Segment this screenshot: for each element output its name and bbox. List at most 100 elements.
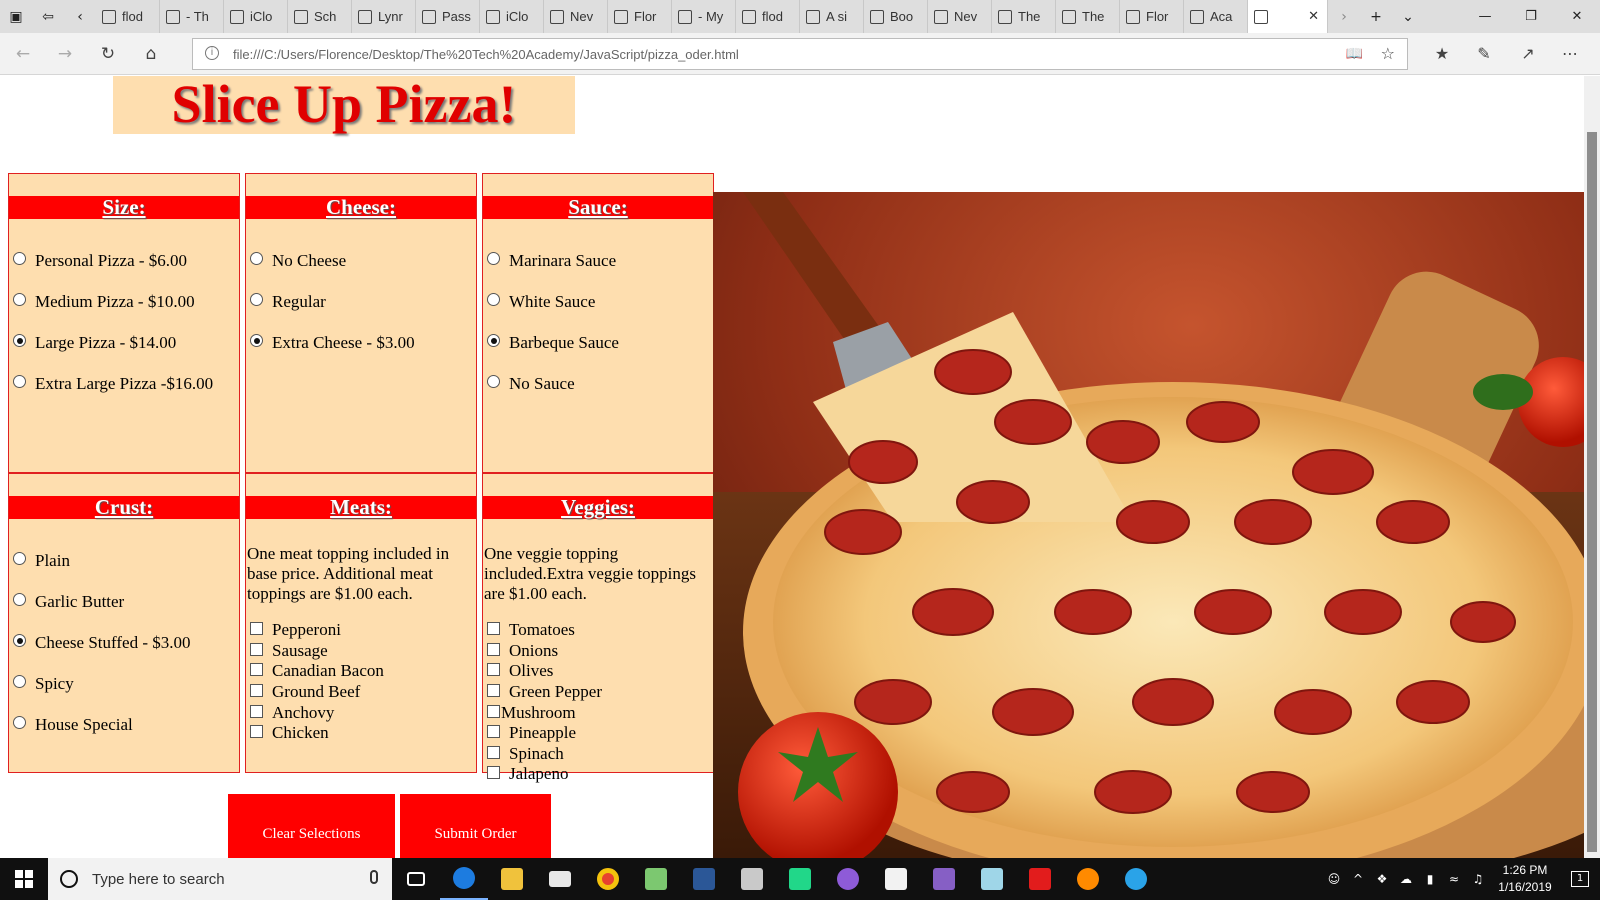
radio-button[interactable]: [13, 716, 26, 729]
browser-tab[interactable]: Boo: [864, 0, 928, 33]
checkbox[interactable]: [250, 725, 263, 739]
close-window-icon[interactable]: ✕: [1554, 0, 1600, 33]
page-scrollbar[interactable]: [1584, 76, 1600, 858]
browser-tab[interactable]: - My: [672, 0, 736, 33]
file-explorer-icon[interactable]: [488, 858, 536, 900]
checkbox[interactable]: [250, 684, 263, 698]
checkbox[interactable]: [487, 725, 500, 739]
browser-tab[interactable]: The: [1056, 0, 1120, 33]
browser-tab[interactable]: iClo: [224, 0, 288, 33]
radio-button[interactable]: [13, 675, 26, 688]
app-purple-icon[interactable]: [824, 858, 872, 900]
veggies-item[interactable]: Mushroom: [487, 702, 602, 723]
internet-explorer-icon[interactable]: [1112, 858, 1160, 900]
pycharm-icon[interactable]: [776, 858, 824, 900]
close-tab-icon[interactable]: ✕: [1308, 9, 1319, 24]
sauce-option[interactable]: White Sauce: [487, 281, 619, 322]
restore-icon[interactable]: ❐: [1508, 0, 1554, 33]
share-icon[interactable]: ↗: [1514, 41, 1542, 67]
radio-button[interactable]: [13, 252, 26, 265]
radio-button[interactable]: [487, 334, 500, 347]
action-center-icon[interactable]: 1: [1560, 858, 1600, 900]
taskbar-search-box[interactable]: Type here to search: [48, 858, 392, 900]
radio-button[interactable]: [13, 334, 26, 347]
meats-item[interactable]: Pepperoni: [250, 620, 384, 641]
task-view-icon[interactable]: [392, 858, 440, 900]
checkbox[interactable]: [487, 663, 500, 677]
radio-button[interactable]: [250, 334, 263, 347]
browser-tab[interactable]: Aca: [1184, 0, 1248, 33]
clear-selections-button[interactable]: Clear Selections: [228, 794, 395, 858]
checkbox[interactable]: [250, 704, 263, 718]
snipping-tool-icon[interactable]: [728, 858, 776, 900]
people-icon[interactable]: ☺: [1322, 872, 1346, 886]
checkbox[interactable]: [487, 642, 500, 656]
mail-icon[interactable]: [536, 858, 584, 900]
firefox-icon[interactable]: [1064, 858, 1112, 900]
veggies-item[interactable]: Spinach: [487, 744, 602, 765]
volume-icon[interactable]: ♫: [1466, 872, 1490, 886]
radio-button[interactable]: [13, 375, 26, 388]
visual-studio-icon[interactable]: [920, 858, 968, 900]
radio-button[interactable]: [487, 375, 500, 388]
microphone-icon[interactable]: [370, 870, 378, 884]
start-windows-icon[interactable]: [0, 858, 48, 900]
favorite-star-icon[interactable]: ☆: [1381, 44, 1395, 63]
browser-tab[interactable]: Nev: [544, 0, 608, 33]
forward-arrow-icon[interactable]: →: [52, 41, 78, 67]
acrobat-icon[interactable]: [1016, 858, 1064, 900]
site-info-icon[interactable]: i: [205, 46, 219, 60]
notepad-icon[interactable]: [632, 858, 680, 900]
checkbox[interactable]: [487, 704, 500, 718]
checkbox[interactable]: [487, 684, 500, 698]
radio-button[interactable]: [250, 293, 263, 306]
meats-item[interactable]: Chicken: [250, 723, 384, 744]
size-option[interactable]: Large Pizza - $14.00: [13, 322, 213, 363]
edge-browser-icon[interactable]: [440, 858, 488, 900]
cheese-option[interactable]: No Cheese: [250, 240, 415, 281]
web-note-pen-icon[interactable]: ✎: [1470, 41, 1498, 67]
browser-tab[interactable]: Sch: [288, 0, 352, 33]
size-option[interactable]: Medium Pizza - $10.00: [13, 281, 213, 322]
set-aside-tabs-icon[interactable]: ⇦: [32, 0, 64, 33]
radio-button[interactable]: [13, 593, 26, 606]
checkbox[interactable]: [250, 663, 263, 677]
browser-tab[interactable]: iClo: [480, 0, 544, 33]
size-option[interactable]: Extra Large Pizza -$16.00: [13, 363, 213, 404]
new-tab-icon[interactable]: +: [1360, 0, 1392, 33]
onedrive-cloud-icon[interactable]: ☁: [1394, 872, 1418, 886]
sauce-option[interactable]: No Sauce: [487, 363, 619, 404]
scroll-tabs-left-icon[interactable]: ‹: [64, 0, 96, 33]
radio-button[interactable]: [13, 293, 26, 306]
browser-tab[interactable]: The: [992, 0, 1056, 33]
active-browser-tab[interactable]: ✕: [1248, 0, 1328, 33]
cheese-option[interactable]: Extra Cheese - $3.00: [250, 322, 415, 363]
submit-order-button[interactable]: Submit Order: [400, 794, 551, 858]
veggies-item[interactable]: Tomatoes: [487, 620, 602, 641]
browser-tab[interactable]: - Th: [160, 0, 224, 33]
chrome-icon[interactable]: [584, 858, 632, 900]
veggies-item[interactable]: Jalapeno: [487, 764, 602, 785]
browser-tab[interactable]: flod: [96, 0, 160, 33]
browser-tab[interactable]: flod: [736, 0, 800, 33]
crust-option[interactable]: Garlic Butter: [13, 581, 191, 622]
crust-option[interactable]: House Special: [13, 704, 191, 745]
scroll-thumb[interactable]: [1587, 132, 1597, 852]
notebook-app-icon[interactable]: [968, 858, 1016, 900]
checkbox[interactable]: [250, 622, 263, 636]
radio-button[interactable]: [250, 252, 263, 265]
browser-tab[interactable]: Nev: [928, 0, 992, 33]
refresh-icon[interactable]: ↻: [95, 41, 121, 67]
browser-tab[interactable]: Pass: [416, 0, 480, 33]
checkbox[interactable]: [487, 622, 500, 636]
minimize-icon[interactable]: —: [1462, 0, 1508, 33]
crust-option[interactable]: Spicy: [13, 663, 191, 704]
veggies-item[interactable]: Pineapple: [487, 723, 602, 744]
browser-tab[interactable]: Lynr: [352, 0, 416, 33]
url-field[interactable]: i file:///C:/Users/Florence/Desktop/The%…: [192, 38, 1408, 70]
back-arrow-icon[interactable]: ←: [10, 41, 36, 67]
meats-item[interactable]: Canadian Bacon: [250, 661, 384, 682]
show-hidden-icons-chevron-icon[interactable]: ^: [1346, 872, 1370, 886]
document-app-icon[interactable]: [872, 858, 920, 900]
cheese-option[interactable]: Regular: [250, 281, 415, 322]
